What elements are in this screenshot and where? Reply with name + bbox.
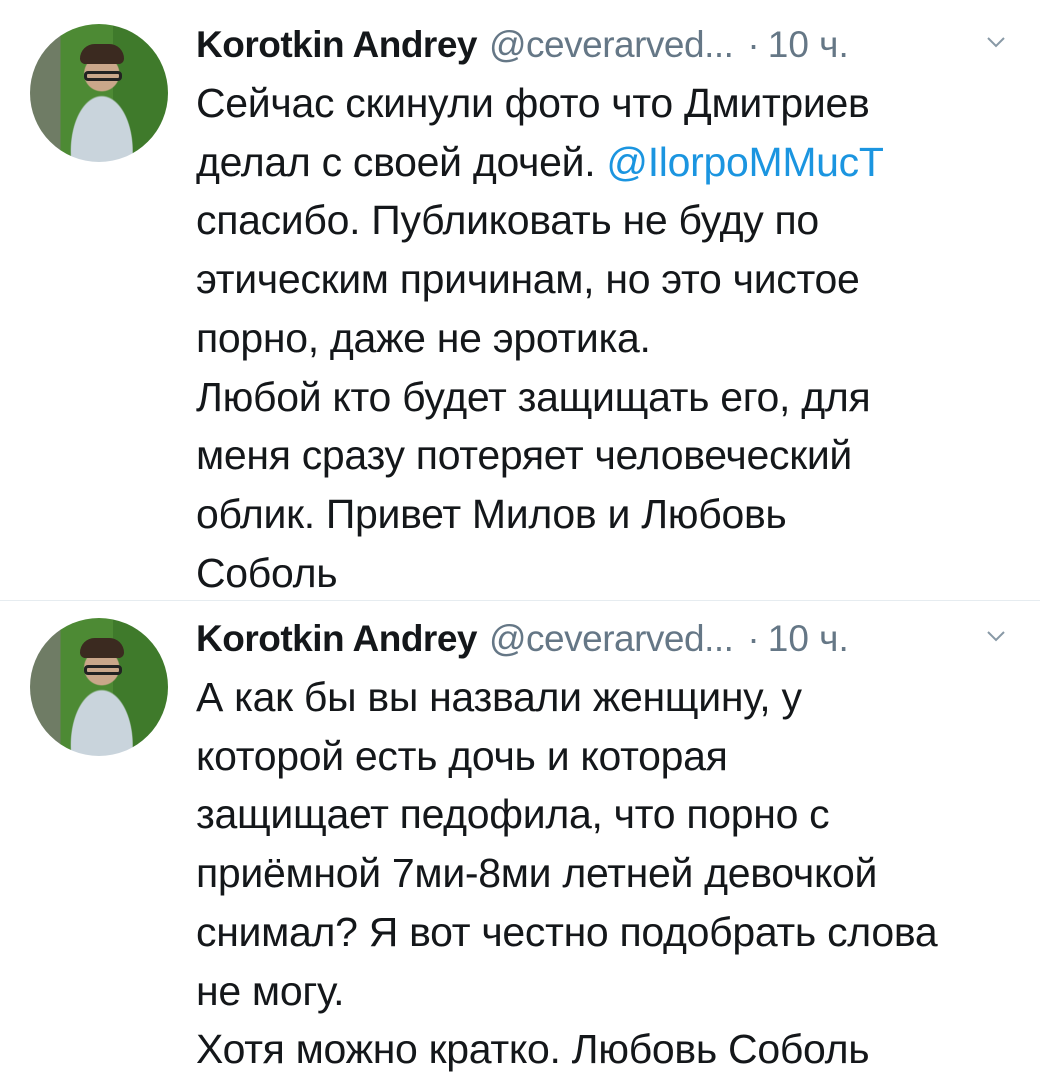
separator-dot: · [747,24,760,65]
tweet-text-line: Сейчас скинули фото что Дмитриев [196,80,870,126]
tweet-text-line: меня сразу потеряет человеческий [196,432,853,479]
author-handle[interactable]: @ceverarved... [489,618,734,660]
tweet-text-segment: делал с своей дочей. [196,138,607,185]
tweet-text-line: Хотя можно кратко. Любовь Соболь [196,1026,870,1073]
author-name[interactable]: Korotkin Andrey [196,24,477,66]
tweet-text-line: Любой кто будет защищать его, для [196,373,871,420]
tweet-feed: Korotkin Andrey @ceverarved... · 10 ч. С… [0,0,1040,1080]
tweet-header: Korotkin Andrey @ceverarved... · 10 ч. [196,20,1016,70]
separator-dot: · [747,618,760,659]
author-name[interactable]: Korotkin Andrey [196,618,477,660]
tweet-text: А как бы вы назвали женщину, у которой е… [196,668,1026,1079]
chevron-down-icon[interactable] [986,32,1006,52]
tweet-text-line: защищает педофила, что порно с [196,791,830,838]
tweet-text-line: этическим причинам, но это чистое [196,256,860,303]
tweet-text-line: А как бы вы назвали женщину, у [196,674,802,720]
chevron-down-icon[interactable] [986,626,1006,646]
avatar[interactable] [30,24,168,162]
mention-link[interactable]: @IlorpoMMucT [606,139,884,185]
tweet-text-line: Соболь [196,549,338,596]
tweet-text-line: облик. Привет Милов и Любовь [196,490,787,537]
tweet-text-line: которой есть дочь и которая [196,732,728,779]
tweet-text-line: делал с своей дочей. @IlorpoMMucT [196,133,1026,192]
author-handle[interactable]: @ceverarved... [489,24,734,66]
tweet-text-line: спасибо. Публиковать не буду по [196,197,819,244]
tweet-header: Korotkin Andrey @ceverarved... · 10 ч. [196,614,1016,664]
avatar-glasses [84,665,122,675]
tweet[interactable]: Korotkin Andrey @ceverarved... · 10 ч. С… [0,0,1040,600]
avatar-hair [80,44,124,64]
tweet-text: Сейчас скинули фото что Дмитриев делал с… [196,74,1026,602]
tweet-text-line: снимал? Я вот честно подобрать слова [196,908,938,955]
tweet-timestamp[interactable]: 10 ч. [768,618,849,660]
avatar-hair [80,638,124,658]
tweet-text-line: порно, даже не эротика. [196,314,651,361]
avatar[interactable] [30,618,168,756]
tweet[interactable]: Korotkin Andrey @ceverarved... · 10 ч. А… [0,600,1040,1080]
tweet-timestamp[interactable]: 10 ч. [768,24,849,66]
tweet-text-line: приёмной 7ми-8ми летней девочкой [196,850,878,897]
tweet-text-line: не могу. [196,967,345,1014]
avatar-glasses [84,71,122,81]
